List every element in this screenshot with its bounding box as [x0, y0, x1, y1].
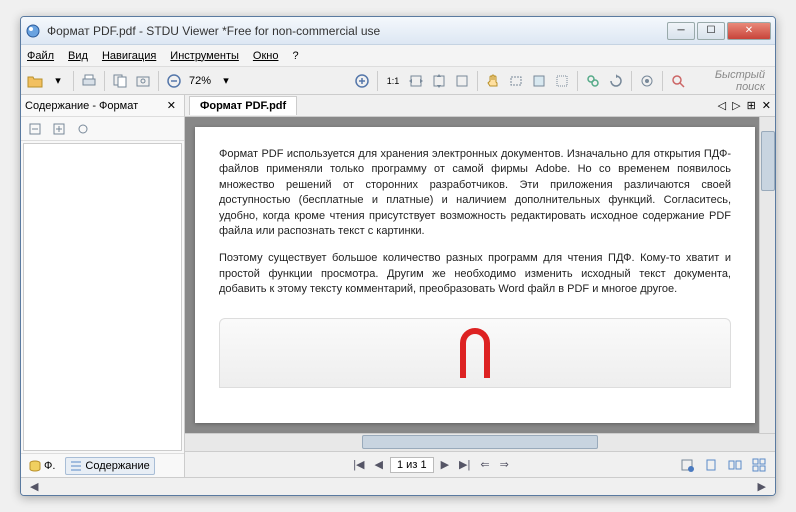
page-navigation: |◀ ◀ 1 из 1 ▶ ▶| ⇐ ⇒	[191, 457, 671, 473]
select-region-button[interactable]	[552, 71, 572, 91]
sidebar-content	[23, 143, 182, 451]
tab-favorites[interactable]: Ф.	[25, 458, 59, 474]
status-bar: ◀ ▶	[21, 477, 775, 495]
zoom-value: 72%	[187, 75, 213, 87]
collapse-all-button[interactable]	[49, 119, 69, 139]
history-forward-button[interactable]: ⇒	[497, 458, 512, 471]
single-page-button[interactable]	[701, 455, 721, 475]
open-dropdown[interactable]: ▾	[48, 71, 68, 91]
vertical-scrollbar[interactable]	[759, 117, 775, 433]
sidebar-title: Содержание - Формат	[25, 100, 163, 112]
print-button[interactable]	[79, 71, 99, 91]
fit-page-button[interactable]	[452, 71, 472, 91]
minimize-button[interactable]: ─	[667, 22, 695, 40]
zoom-dropdown[interactable]: ▾	[216, 71, 236, 91]
sync-button[interactable]	[73, 119, 93, 139]
menu-navigation[interactable]: Навигация	[102, 50, 156, 62]
tab-controls: ◁ ▷ ⊞ ✕	[718, 99, 771, 112]
history-back-button[interactable]: ⇐	[477, 458, 492, 471]
main-area: Формат PDF.pdf ◁ ▷ ⊞ ✕ Формат PDF исполь…	[185, 95, 775, 477]
open-button[interactable]	[25, 71, 45, 91]
expand-all-button[interactable]	[25, 119, 45, 139]
navigation-bar: |◀ ◀ 1 из 1 ▶ ▶| ⇐ ⇒	[185, 451, 775, 477]
embedded-image	[219, 318, 731, 388]
separator	[104, 71, 105, 91]
horizontal-scrollbar[interactable]	[185, 433, 775, 451]
copy-button[interactable]	[110, 71, 130, 91]
tab-next-button[interactable]: ▷	[732, 99, 740, 112]
app-icon	[25, 23, 41, 39]
status-prev[interactable]: ◀	[27, 480, 41, 493]
sidebar-toolbar	[21, 117, 184, 141]
toolbar: ▾ 72% ▾ 1:1 Быстрый поиск	[21, 67, 775, 95]
actual-size-button[interactable]: 1:1	[383, 71, 403, 91]
rotate-button[interactable]	[606, 71, 626, 91]
view-mode-controls	[677, 455, 769, 475]
list-icon	[70, 460, 82, 472]
document-tab-bar: Формат PDF.pdf ◁ ▷ ⊞ ✕	[185, 95, 775, 117]
separator	[158, 71, 159, 91]
paragraph-2: Поэтому существует большое количество ра…	[219, 251, 731, 297]
tab-prev-button[interactable]: ◁	[718, 99, 726, 112]
quick-search-icon[interactable]	[668, 71, 688, 91]
titlebar[interactable]: Формат PDF.pdf - STDU Viewer *Free for n…	[21, 17, 775, 45]
menu-window[interactable]: Окно	[253, 50, 279, 62]
select-text-button[interactable]	[506, 71, 526, 91]
maximize-button[interactable]: ☐	[697, 22, 725, 40]
sidebar-header: Содержание - Формат ✕	[21, 95, 184, 117]
app-window: Формат PDF.pdf - STDU Viewer *Free for n…	[20, 16, 776, 496]
status-next[interactable]: ▶	[755, 480, 769, 493]
document-tab[interactable]: Формат PDF.pdf	[189, 96, 297, 115]
paragraph-1: Формат PDF используется для хранения эле…	[219, 147, 731, 239]
menu-tools[interactable]: Инструменты	[170, 50, 239, 62]
window-title: Формат PDF.pdf - STDU Viewer *Free for n…	[47, 24, 667, 38]
scroll-thumb[interactable]	[362, 435, 598, 449]
zoom-out-button[interactable]	[164, 71, 184, 91]
sidebar: Содержание - Формат ✕ Ф. Содержание	[21, 95, 185, 477]
body-area: Содержание - Формат ✕ Ф. Содержание	[21, 95, 775, 477]
find-button[interactable]	[583, 71, 603, 91]
menubar: Файл Вид Навигация Инструменты Окно ?	[21, 45, 775, 67]
tab-close-button[interactable]: ✕	[762, 99, 771, 112]
two-page-button[interactable]	[725, 455, 745, 475]
close-button[interactable]: ✕	[727, 22, 771, 40]
settings-button[interactable]	[637, 71, 657, 91]
separator	[577, 71, 578, 91]
sidebar-tabs: Ф. Содержание	[21, 453, 184, 477]
scroll-thumb[interactable]	[761, 131, 775, 191]
zoom-in-button[interactable]	[352, 71, 372, 91]
prev-page-button[interactable]: ◀	[372, 458, 386, 471]
reading-mode-button[interactable]	[677, 455, 697, 475]
menu-help[interactable]: ?	[292, 50, 298, 62]
hand-tool-button[interactable]	[483, 71, 503, 91]
separator	[73, 71, 74, 91]
window-controls: ─ ☐ ✕	[667, 22, 771, 40]
last-page-button[interactable]: ▶|	[456, 458, 473, 471]
database-icon	[29, 460, 41, 472]
quick-search-input[interactable]: Быстрый поиск	[691, 69, 771, 93]
first-page-button[interactable]: |◀	[350, 458, 367, 471]
select-image-button[interactable]	[529, 71, 549, 91]
menu-file[interactable]: Файл	[27, 50, 54, 62]
fit-height-button[interactable]	[429, 71, 449, 91]
snapshot-button[interactable]	[133, 71, 153, 91]
page-input[interactable]: 1 из 1	[390, 457, 434, 473]
separator	[631, 71, 632, 91]
fit-width-button[interactable]	[406, 71, 426, 91]
tab-contents[interactable]: Содержание	[65, 457, 154, 475]
continuous-button[interactable]	[749, 455, 769, 475]
separator	[662, 71, 663, 91]
menu-view[interactable]: Вид	[68, 50, 88, 62]
separator	[477, 71, 478, 91]
document-view[interactable]: Формат PDF используется для хранения эле…	[185, 117, 775, 433]
sidebar-close-button[interactable]: ✕	[163, 99, 180, 112]
pdf-page: Формат PDF используется для хранения эле…	[195, 127, 755, 423]
tab-grid-button[interactable]: ⊞	[747, 99, 756, 112]
separator	[377, 71, 378, 91]
next-page-button[interactable]: ▶	[438, 458, 452, 471]
